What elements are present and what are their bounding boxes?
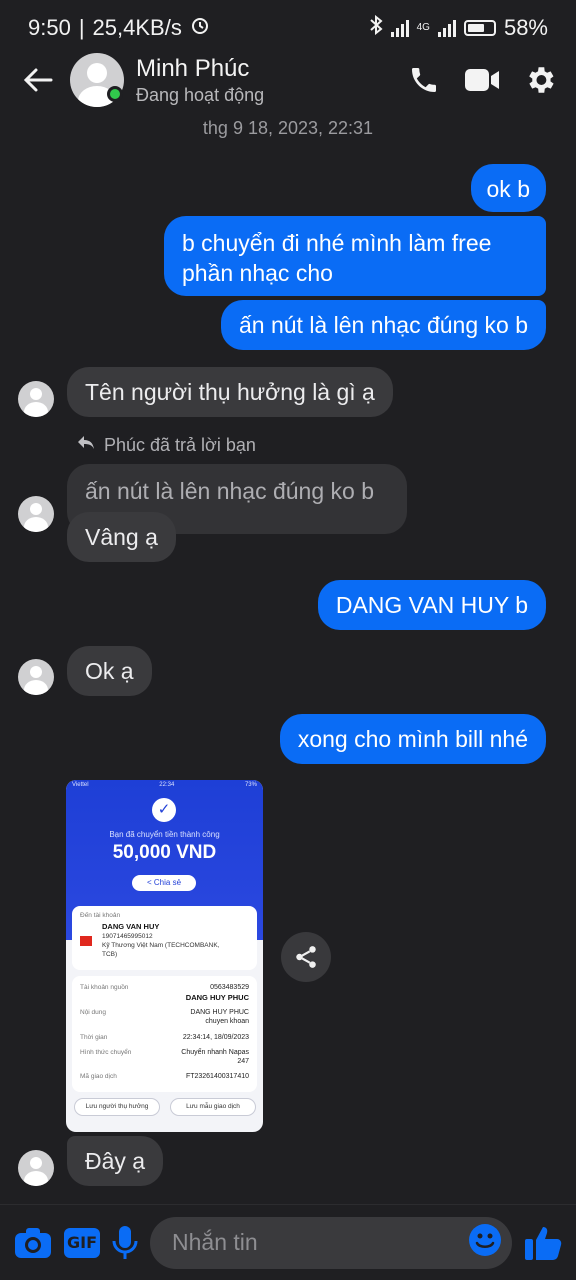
camera-icon[interactable] — [14, 1220, 52, 1266]
receipt-amount: 50,000 VND — [112, 842, 217, 863]
incoming-message[interactable]: Tên người thụ hưởng là gì ạ — [67, 367, 393, 417]
message-text: Vâng ạ — [85, 524, 158, 550]
message-text: xong cho mình bill nhé — [297, 726, 528, 752]
receipt-time: 22:34 — [159, 782, 175, 788]
transfer-receipt-image[interactable]: Viettel 22:34 73% ✓ Bạn đã chuyển tiền t… — [66, 780, 263, 1132]
settings-gear-icon[interactable] — [522, 62, 558, 98]
signal-icon-2 — [437, 19, 456, 37]
back-arrow-icon[interactable] — [18, 60, 58, 100]
message-composer[interactable] — [150, 1216, 512, 1269]
incoming-message[interactable]: Ok ạ — [67, 646, 152, 696]
incoming-message[interactable]: Đây ạ — [67, 1136, 164, 1186]
receipt-recipient-card: Đến tài khoản DANG VAN HUY 1907146599501… — [72, 906, 257, 970]
sender-avatar[interactable] — [18, 659, 54, 695]
gif-icon: GIF — [64, 1227, 100, 1258]
message-text: phần nhạc cho — [182, 260, 333, 286]
outgoing-message[interactable]: DANG VAN HUY b — [317, 580, 546, 630]
message-text: Ok ạ — [85, 658, 134, 684]
share-small-icon: < — [146, 878, 152, 887]
outgoing-message[interactable]: ok b — [470, 164, 546, 212]
sender-avatar[interactable] — [18, 496, 54, 532]
battery-icon — [463, 20, 496, 36]
message-text: ấn nút là lên nhạc đúng ko b — [238, 312, 528, 338]
emoji-icon[interactable] — [468, 1223, 502, 1262]
signal-icon — [390, 19, 409, 37]
sender-avatar[interactable] — [18, 381, 54, 417]
message-text: Tên người thụ hưởng là gì ạ — [85, 379, 375, 405]
message-input[interactable] — [172, 1229, 468, 1256]
sender-avatar[interactable] — [18, 1150, 54, 1186]
receipt-share-button: < Chia sẻ — [132, 875, 196, 891]
reply-note-text: Phúc đã trả lời bạn — [104, 435, 256, 455]
reply-indicator: Phúc đã trả lời bạn — [76, 434, 256, 457]
outgoing-message[interactable]: ấn nút là lên nhạc đúng ko b — [220, 300, 546, 350]
message-text: ok b — [486, 176, 530, 202]
like-thumb-icon[interactable] — [524, 1220, 562, 1266]
gif-button[interactable]: GIF — [64, 1220, 100, 1266]
phone-call-icon[interactable] — [406, 62, 442, 98]
microphone-icon[interactable] — [112, 1220, 138, 1266]
contact-name[interactable]: Minh Phúc — [136, 55, 406, 83]
save-template-button: Lưu mẫu giao dịch — [170, 1098, 256, 1116]
chat-header: Minh Phúc Đang hoạt động — [0, 48, 576, 112]
alarm-icon — [190, 15, 210, 41]
message-text: Đây ạ — [85, 1148, 146, 1174]
outgoing-message[interactable]: b chuyển đi nhé mình làm free phần nhạc … — [164, 216, 546, 296]
success-check-icon: ✓ — [152, 798, 176, 822]
battery-level: 58% — [503, 15, 548, 40]
online-indicator — [107, 86, 123, 102]
composer-bar: GIF — [0, 1204, 576, 1280]
outgoing-message[interactable]: xong cho mình bill nhé — [279, 714, 546, 764]
video-call-icon[interactable] — [464, 62, 500, 98]
incoming-message[interactable]: Vâng ạ — [67, 512, 176, 562]
bank-logo-icon — [80, 936, 92, 946]
save-recipient-button: Lưu người thụ hưởng — [74, 1098, 160, 1116]
receipt-details-card: Tài khoản nguồn 0563483529 DANG HUY PHUC… — [72, 976, 257, 1092]
conversation-timestamp: thg 9 18, 2023, 22:31 — [202, 118, 374, 138]
receipt-carrier: Viettel — [72, 782, 89, 788]
share-icon[interactable] — [281, 932, 331, 982]
network-type: 4G — [416, 22, 430, 33]
bluetooth-icon — [369, 14, 383, 41]
reply-arrow-icon — [76, 434, 96, 457]
quoted-text: ấn nút là lên nhạc đúng ko b — [85, 478, 375, 504]
contact-status: Đang hoạt động — [136, 84, 265, 105]
clock: 9:50 — [28, 15, 71, 40]
network-speed: 25,4KB/s — [92, 15, 182, 40]
message-text: DANG VAN HUY b — [335, 592, 528, 618]
message-text: b chuyển đi nhé mình làm free — [182, 230, 492, 256]
receipt-success-text: Bạn đã chuyển tiền thành công — [109, 830, 220, 839]
receipt-battery: 73% — [244, 782, 257, 788]
